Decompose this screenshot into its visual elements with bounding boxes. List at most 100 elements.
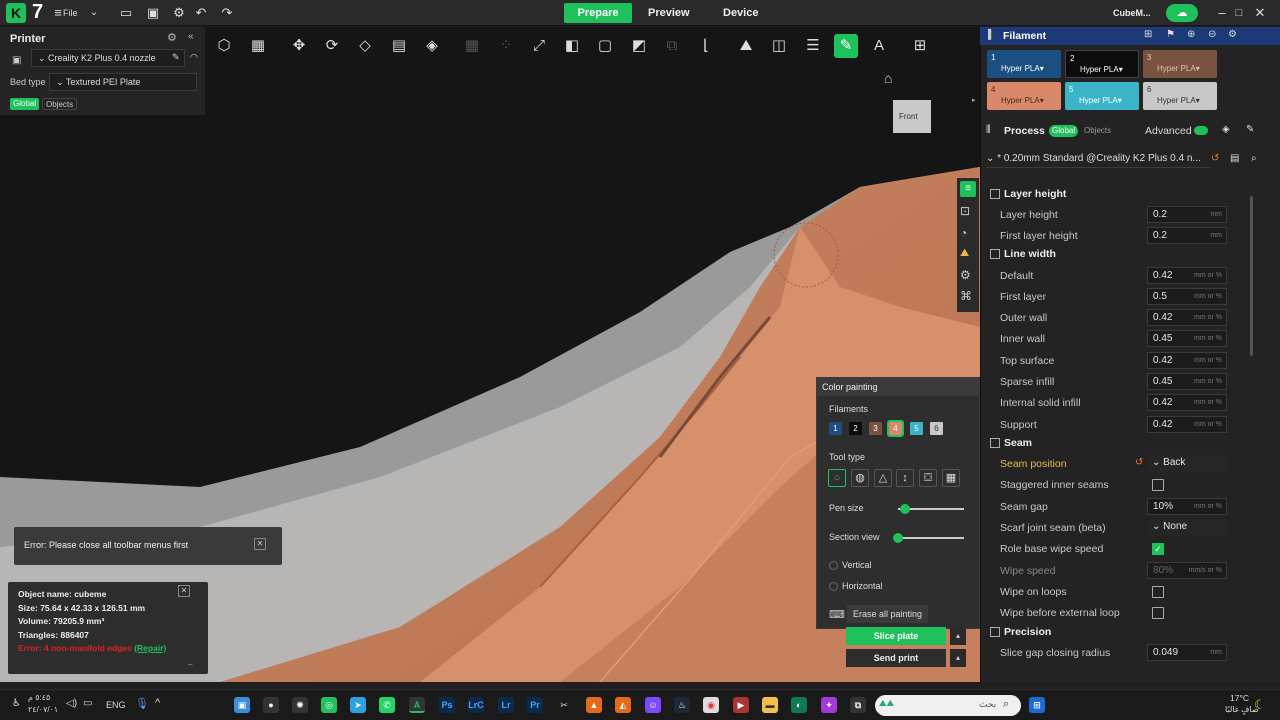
filament-slot-4[interactable]: 4 Hyper PLA▾ <box>987 82 1061 110</box>
seam-reset-icon[interactable]: ↺ <box>1135 457 1143 468</box>
redo-icon[interactable]: ↷ <box>219 5 235 21</box>
layer-height-input[interactable]: 0.2 mm <box>1147 206 1227 223</box>
filament-sync-icon[interactable]: ⚑ <box>1166 29 1175 40</box>
layout-icon[interactable]: ▦ <box>460 34 484 58</box>
object-table-icon[interactable]: ⊡ <box>960 204 970 218</box>
capcut-app-icon[interactable]: ✂ <box>556 697 572 713</box>
taskbar-search-box[interactable]: ⛰⛰ بحث ⌕ <box>875 695 1021 716</box>
keyboard-icon[interactable]: ⌨ <box>829 608 845 621</box>
wifi-icon[interactable]: ◠ <box>190 52 198 63</box>
rotate-icon[interactable]: ⟳ <box>320 34 344 58</box>
close-notice-icon[interactable]: ✕ <box>254 538 266 550</box>
first-layer-width-input[interactable]: 0.5 mm or % <box>1147 288 1227 305</box>
slice-plane-icon[interactable]: ◩ <box>627 34 651 58</box>
split-icon[interactable]: ▤ <box>387 34 411 58</box>
paint-filament-2[interactable]: 2 <box>849 422 862 435</box>
language-indicator[interactable]: ENG <box>106 700 126 710</box>
photoshop-app-icon[interactable]: Ps <box>439 697 455 713</box>
printer-objects-toggle[interactable]: Objects <box>42 98 78 110</box>
list-view-icon[interactable]: ≡ <box>960 181 976 197</box>
top-surface-input[interactable]: 0.42 mm or % <box>1147 352 1227 369</box>
close-icon[interactable]: ✕ <box>1252 5 1268 21</box>
process-edit-icon[interactable]: ✎ <box>1246 124 1254 135</box>
section-layer-height[interactable]: Layer height <box>988 186 1246 204</box>
wipe-before-external-loop-checkbox[interactable] <box>1152 607 1164 619</box>
triangle-brush-icon[interactable]: △ <box>874 469 892 487</box>
maximize-icon[interactable]: □ <box>1231 5 1247 21</box>
section-view-slider[interactable] <box>893 533 903 543</box>
paint-filament-4[interactable]: 4 <box>887 420 904 437</box>
pen-size-slider[interactable] <box>899 504 910 514</box>
send-options-icon[interactable]: ▴ <box>950 649 966 667</box>
seam-gap-input[interactable]: 10% mm or % <box>1147 498 1227 515</box>
davinci-app-icon[interactable]: ✺ <box>292 697 308 713</box>
collapse-arrow-icon[interactable]: ▸ <box>972 96 976 104</box>
wipe-on-loops-checkbox[interactable] <box>1152 586 1164 598</box>
task-view-icon[interactable]: ⧉ <box>850 697 866 713</box>
reset-icon[interactable]: ↺ <box>1211 153 1219 164</box>
compare-icon[interactable]: ◈ <box>1222 124 1230 135</box>
color-paint-icon[interactable]: ✎ <box>834 34 858 58</box>
chevron-down-icon[interactable]: ⌄ <box>86 5 102 21</box>
support-paint-icon[interactable]: ⛰ <box>734 34 758 58</box>
settings-icon[interactable]: ⚙ <box>960 268 971 282</box>
layer-icon[interactable]: ◧ <box>560 34 584 58</box>
slice-plate-button[interactable]: Slice plate <box>846 627 946 645</box>
advanced-toggle[interactable] <box>1194 126 1208 135</box>
role-base-wipe-speed-checkbox[interactable]: ✓ <box>1152 543 1164 555</box>
filament-table-icon[interactable]: ⊞ <box>1144 29 1152 40</box>
cloud-sync-icon[interactable]: ☁ <box>1166 4 1198 22</box>
undo-icon[interactable]: ↶ <box>193 5 209 21</box>
paint-filament-6[interactable]: 6 <box>930 422 943 435</box>
edge-app-icon[interactable]: ◐ <box>791 697 807 713</box>
default-width-input[interactable]: 0.42 mm or % <box>1147 267 1227 284</box>
chrome-app-icon[interactable]: ◉ <box>703 697 719 713</box>
process-objects-toggle[interactable]: Objects <box>1081 125 1114 137</box>
edit-icon[interactable]: ✎ <box>172 52 180 63</box>
boolean-icon[interactable]: ⧉ <box>660 34 684 58</box>
minimize-info-icon[interactable]: – <box>188 660 192 669</box>
section-line-width[interactable]: Line width <box>988 246 1246 264</box>
sphere-brush-icon[interactable]: ◍ <box>851 469 869 487</box>
erase-all-button[interactable]: Erase all painting <box>847 605 929 623</box>
inner-wall-input[interactable]: 0.45 mm or % <box>1147 330 1227 347</box>
telegram-app-icon[interactable]: ➤ <box>350 697 366 713</box>
tab-prepare[interactable]: Prepare <box>564 3 632 23</box>
discord-app-icon[interactable]: ☺ <box>645 697 661 713</box>
minimize-icon[interactable]: – <box>1214 5 1230 21</box>
printer-global-toggle[interactable]: Global <box>10 98 40 110</box>
fuzzy-skin-icon[interactable]: ☰ <box>801 34 825 58</box>
circle-brush-icon[interactable]: ○ <box>828 469 846 487</box>
horizontal-radio[interactable] <box>829 582 838 591</box>
save-preset-icon[interactable]: ▤ <box>1230 153 1239 164</box>
photos-app-icon[interactable]: ▣ <box>234 697 250 713</box>
show-hidden-icons[interactable]: ^ <box>155 697 160 709</box>
arrange-grid-icon[interactable]: ▦ <box>246 34 270 58</box>
paint-filament-5[interactable]: 5 <box>910 422 923 435</box>
hollow-icon[interactable]: ▢ <box>593 34 617 58</box>
fill-bucket-icon[interactable]: ⛋ <box>919 469 937 487</box>
measure-icon[interactable]: ⌊ <box>694 34 718 58</box>
send-print-button[interactable]: Send print <box>846 649 946 667</box>
process-preset-select[interactable]: ⌄ * 0.20mm Standard @Creality K2 Plus 0.… <box>986 150 1210 168</box>
start-button-icon[interactable]: ⊞ <box>1029 697 1045 713</box>
assembly-view-icon[interactable]: ⊞ <box>908 34 932 58</box>
vertical-radio[interactable] <box>829 561 838 570</box>
speed-icon[interactable]: ◔ <box>960 226 967 240</box>
staggered-inner-seams-checkbox[interactable] <box>1152 479 1164 491</box>
tab-device[interactable]: Device <box>713 3 768 23</box>
whatsapp-app-icon[interactable]: ✆ <box>379 697 395 713</box>
collapse-icon[interactable]: « <box>188 31 194 42</box>
first-layer-height-input[interactable]: 0.2 mm <box>1147 227 1227 244</box>
internal-solid-infill-input[interactable]: 0.42 mm or % <box>1147 394 1227 411</box>
tab-preview[interactable]: Preview <box>638 3 700 23</box>
slice-gap-closing-radius-input[interactable]: 0.049 mm <box>1147 644 1227 661</box>
obs-app-icon[interactable]: ● <box>263 697 279 713</box>
media-app-icon[interactable]: ▶ <box>733 697 749 713</box>
file-explorer-app-icon[interactable]: ▬ <box>762 697 778 713</box>
filament-settings-icon[interactable]: ⚙ <box>1228 29 1237 40</box>
seam-paint-icon[interactable]: ◫ <box>767 34 791 58</box>
save-icon[interactable]: ▣ <box>145 5 161 21</box>
process-global-toggle[interactable]: Global <box>1049 125 1079 137</box>
lightroom-classic-app-icon[interactable]: LrC <box>468 697 484 713</box>
